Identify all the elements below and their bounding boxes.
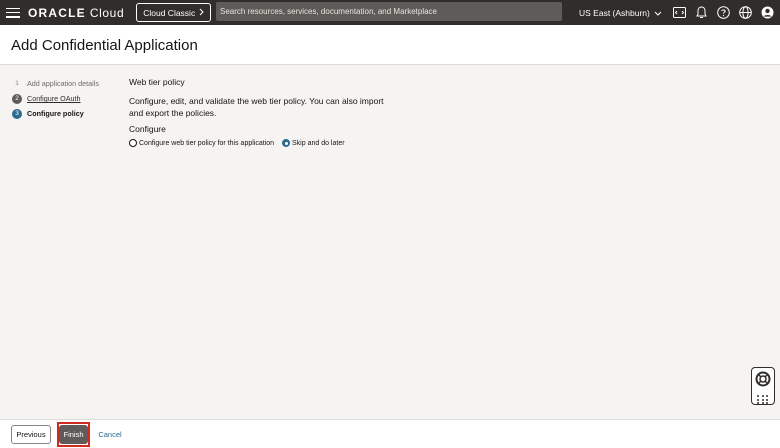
search-placeholder: Search resources, services, documentatio… — [220, 7, 437, 16]
apps-grid-icon — [757, 395, 769, 404]
step-number: 1 — [15, 80, 19, 87]
cloud-classic-button[interactable]: Cloud Classic — [136, 3, 212, 22]
wizard-steps: 1 Add application details 2 Configure OA… — [12, 76, 122, 121]
cloud-classic-label: Cloud Classic — [143, 7, 196, 18]
notifications-bell-icon[interactable] — [694, 6, 708, 20]
radio-checked-icon[interactable] — [282, 139, 291, 147]
lifebuoy-icon — [755, 371, 771, 392]
top-icons-group — [672, 0, 774, 25]
radio-skip-and-do-later[interactable]: Skip and do later — [282, 139, 345, 147]
top-navigation-bar: ORACLE Cloud Cloud Classic Search resour… — [0, 0, 780, 25]
help-widget[interactable] — [751, 367, 775, 405]
configure-options: Configure web tier policy for this appli… — [129, 139, 353, 147]
footer-action-bar: Previous Finish Cancel — [0, 419, 780, 448]
page-header: Add Confidential Application — [0, 25, 780, 65]
section-title: Web tier policy — [129, 77, 185, 87]
previous-button[interactable]: Previous — [11, 425, 51, 444]
logo-brand: ORACLE — [28, 5, 86, 20]
page-title: Add Confidential Application — [11, 37, 198, 54]
region-label: US East (Ashburn) — [579, 7, 650, 18]
chevron-down-icon — [654, 8, 662, 18]
main-content: Web tier policy Configure, edit, and val… — [129, 77, 389, 134]
help-icon[interactable] — [716, 6, 730, 20]
step-configure-policy[interactable]: 3 Configure policy — [12, 106, 122, 121]
logo-suffix: Cloud — [89, 5, 125, 20]
radio-unchecked-icon[interactable] — [129, 139, 137, 147]
step-label: Add application details — [27, 79, 99, 88]
step-number: 3 — [12, 108, 22, 119]
step-add-application-details[interactable]: 1 Add application details — [12, 76, 122, 91]
user-profile-icon[interactable] — [760, 6, 774, 20]
step-configure-oauth[interactable]: 2 Configure OAuth — [12, 91, 122, 106]
chevron-right-icon — [199, 8, 204, 18]
language-globe-icon[interactable] — [738, 6, 752, 20]
code-editor-icon[interactable] — [672, 6, 686, 20]
configure-label: Configure — [129, 124, 166, 134]
radio-label: Skip and do later — [292, 139, 345, 147]
oracle-cloud-logo[interactable]: ORACLE Cloud — [28, 6, 124, 20]
section-description: Configure, edit, and validate the web ti… — [129, 96, 384, 118]
region-selector[interactable]: US East (Ashburn) — [579, 0, 662, 25]
step-label: Configure OAuth — [27, 94, 81, 103]
menu-icon[interactable] — [6, 7, 20, 18]
radio-configure-web-tier-policy[interactable]: Configure web tier policy for this appli… — [129, 139, 274, 147]
cancel-link[interactable]: Cancel — [96, 425, 124, 444]
step-number: 2 — [12, 93, 22, 104]
finish-button[interactable]: Finish — [59, 425, 88, 444]
radio-label: Configure web tier policy for this appli… — [139, 139, 275, 147]
search-input[interactable]: Search resources, services, documentatio… — [216, 2, 562, 21]
step-label: Configure policy — [27, 109, 84, 118]
